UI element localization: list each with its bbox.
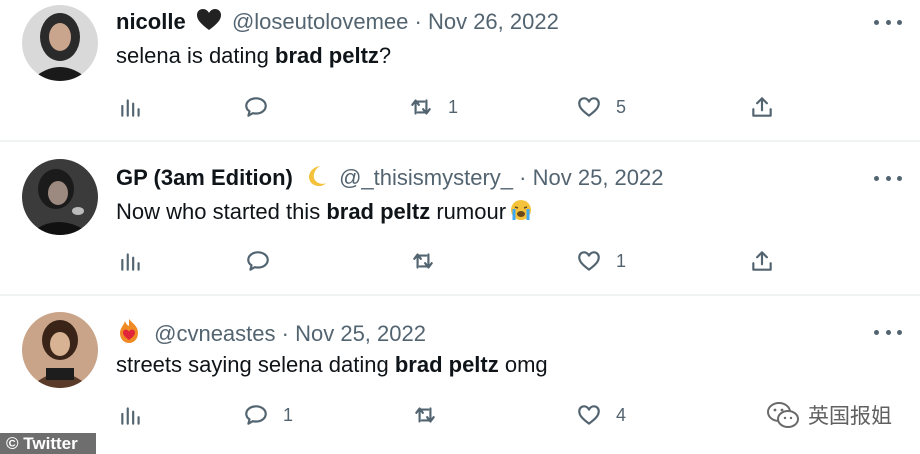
- display-name[interactable]: GP (3am Edition): [116, 165, 293, 190]
- reply-count: 1: [283, 404, 294, 425]
- more-options-icon[interactable]: [874, 17, 902, 27]
- like-count: 4: [616, 404, 627, 425]
- tweet-date[interactable]: Nov 25, 2022: [533, 165, 664, 190]
- retweet-button[interactable]: 1: [408, 92, 458, 122]
- tweet-text-part: Now who started this: [116, 199, 327, 224]
- tweet-text: selena is dating brad peltz?: [116, 42, 391, 70]
- retweet-icon: [415, 407, 435, 423]
- tweet-text-bold: brad peltz: [275, 43, 379, 68]
- like-count: 5: [616, 96, 627, 117]
- action-bar: 1 5: [0, 92, 920, 122]
- avatar-image: [22, 159, 98, 235]
- twitter-credit: © Twitter: [6, 434, 78, 453]
- tweet-2[interactable]: GP (3am Edition) @_thisismystery_ · Nov …: [0, 142, 920, 294]
- black-heart-emoji-icon: [196, 8, 222, 38]
- analytics-icon: [121, 99, 140, 117]
- analytics-button[interactable]: [118, 400, 144, 430]
- share-button[interactable]: [749, 246, 775, 276]
- tweet-text: Now who started this brad peltz rumour: [116, 198, 534, 229]
- avatar[interactable]: [22, 159, 98, 235]
- heart-on-fire-emoji-icon: [116, 318, 142, 350]
- more-options-icon[interactable]: [874, 173, 902, 183]
- like-button[interactable]: 4: [576, 400, 626, 430]
- like-button[interactable]: 5: [576, 92, 626, 122]
- tweet-header: GP (3am Edition) @_thisismystery_ · Nov …: [116, 164, 663, 194]
- analytics-icon: [121, 407, 140, 425]
- heart-icon: [578, 405, 600, 425]
- retweet-button[interactable]: [410, 246, 436, 276]
- twitter-credit-bar: © Twitter: [0, 433, 96, 454]
- wechat-account-name: 英国报姐: [808, 404, 892, 428]
- tweet-3[interactable]: @cvneastes · Nov 25, 2022 streets saying…: [0, 296, 920, 454]
- tweet-date[interactable]: Nov 26, 2022: [428, 9, 559, 34]
- tweet-text-part: selena is dating: [116, 43, 275, 68]
- tweet-date[interactable]: Nov 25, 2022: [295, 321, 426, 346]
- heart-icon: [578, 251, 600, 271]
- handle[interactable]: @cvneastes: [154, 321, 275, 346]
- tweet-header: @cvneastes · Nov 25, 2022: [116, 318, 426, 350]
- retweet-icon: [413, 253, 433, 269]
- display-name[interactable]: nicolle: [116, 9, 186, 34]
- like-count: 1: [616, 250, 627, 271]
- reply-button[interactable]: 1: [243, 400, 293, 430]
- tweet-text: streets saying selena dating brad peltz …: [116, 351, 548, 379]
- crying-face-emoji-icon: [508, 198, 534, 229]
- reply-icon: [245, 405, 267, 425]
- share-icon: [752, 97, 772, 117]
- retweet-button[interactable]: [412, 400, 438, 430]
- analytics-icon: [121, 253, 140, 271]
- tweet-text-bold: brad peltz: [326, 199, 431, 224]
- reply-icon: [245, 97, 267, 117]
- like-button[interactable]: 1: [576, 246, 626, 276]
- tweet-text-part: streets saying selena dating: [116, 352, 395, 377]
- heart-icon: [578, 97, 600, 117]
- separator-dot: ·: [519, 165, 527, 190]
- avatar-image: [22, 312, 98, 388]
- reply-button[interactable]: [243, 92, 269, 122]
- share-icon: [752, 251, 772, 271]
- crescent-moon-emoji-icon: [303, 164, 329, 194]
- reply-icon: [247, 251, 269, 271]
- avatar-image: [22, 5, 98, 81]
- tweet-header: nicolle @loseutolovemee · Nov 26, 2022: [116, 8, 559, 38]
- more-options-icon[interactable]: [874, 327, 902, 337]
- tweet-text-part: ?: [378, 43, 392, 68]
- reply-button[interactable]: [245, 246, 271, 276]
- tweet-text-bold: brad peltz: [394, 352, 499, 377]
- share-button[interactable]: [749, 92, 775, 122]
- separator-dot: ·: [414, 9, 422, 34]
- wechat-watermark: 英国报姐: [766, 400, 892, 430]
- tweet-1[interactable]: nicolle @loseutolovemee · Nov 26, 2022 s…: [0, 0, 920, 140]
- wechat-icon: [767, 402, 799, 428]
- analytics-button[interactable]: [118, 246, 144, 276]
- action-bar: 1: [0, 246, 920, 276]
- avatar[interactable]: [22, 5, 98, 81]
- tweet-text-part: rumour: [430, 199, 507, 224]
- analytics-button[interactable]: [118, 92, 144, 122]
- handle[interactable]: @loseutolovemee: [232, 9, 408, 34]
- handle[interactable]: @_thisismystery_: [339, 165, 513, 190]
- separator-dot: ·: [281, 321, 289, 346]
- tweet-text-part: omg: [498, 352, 548, 377]
- retweet-icon: [411, 99, 431, 115]
- avatar[interactable]: [22, 312, 98, 388]
- retweet-count: 1: [448, 96, 459, 117]
